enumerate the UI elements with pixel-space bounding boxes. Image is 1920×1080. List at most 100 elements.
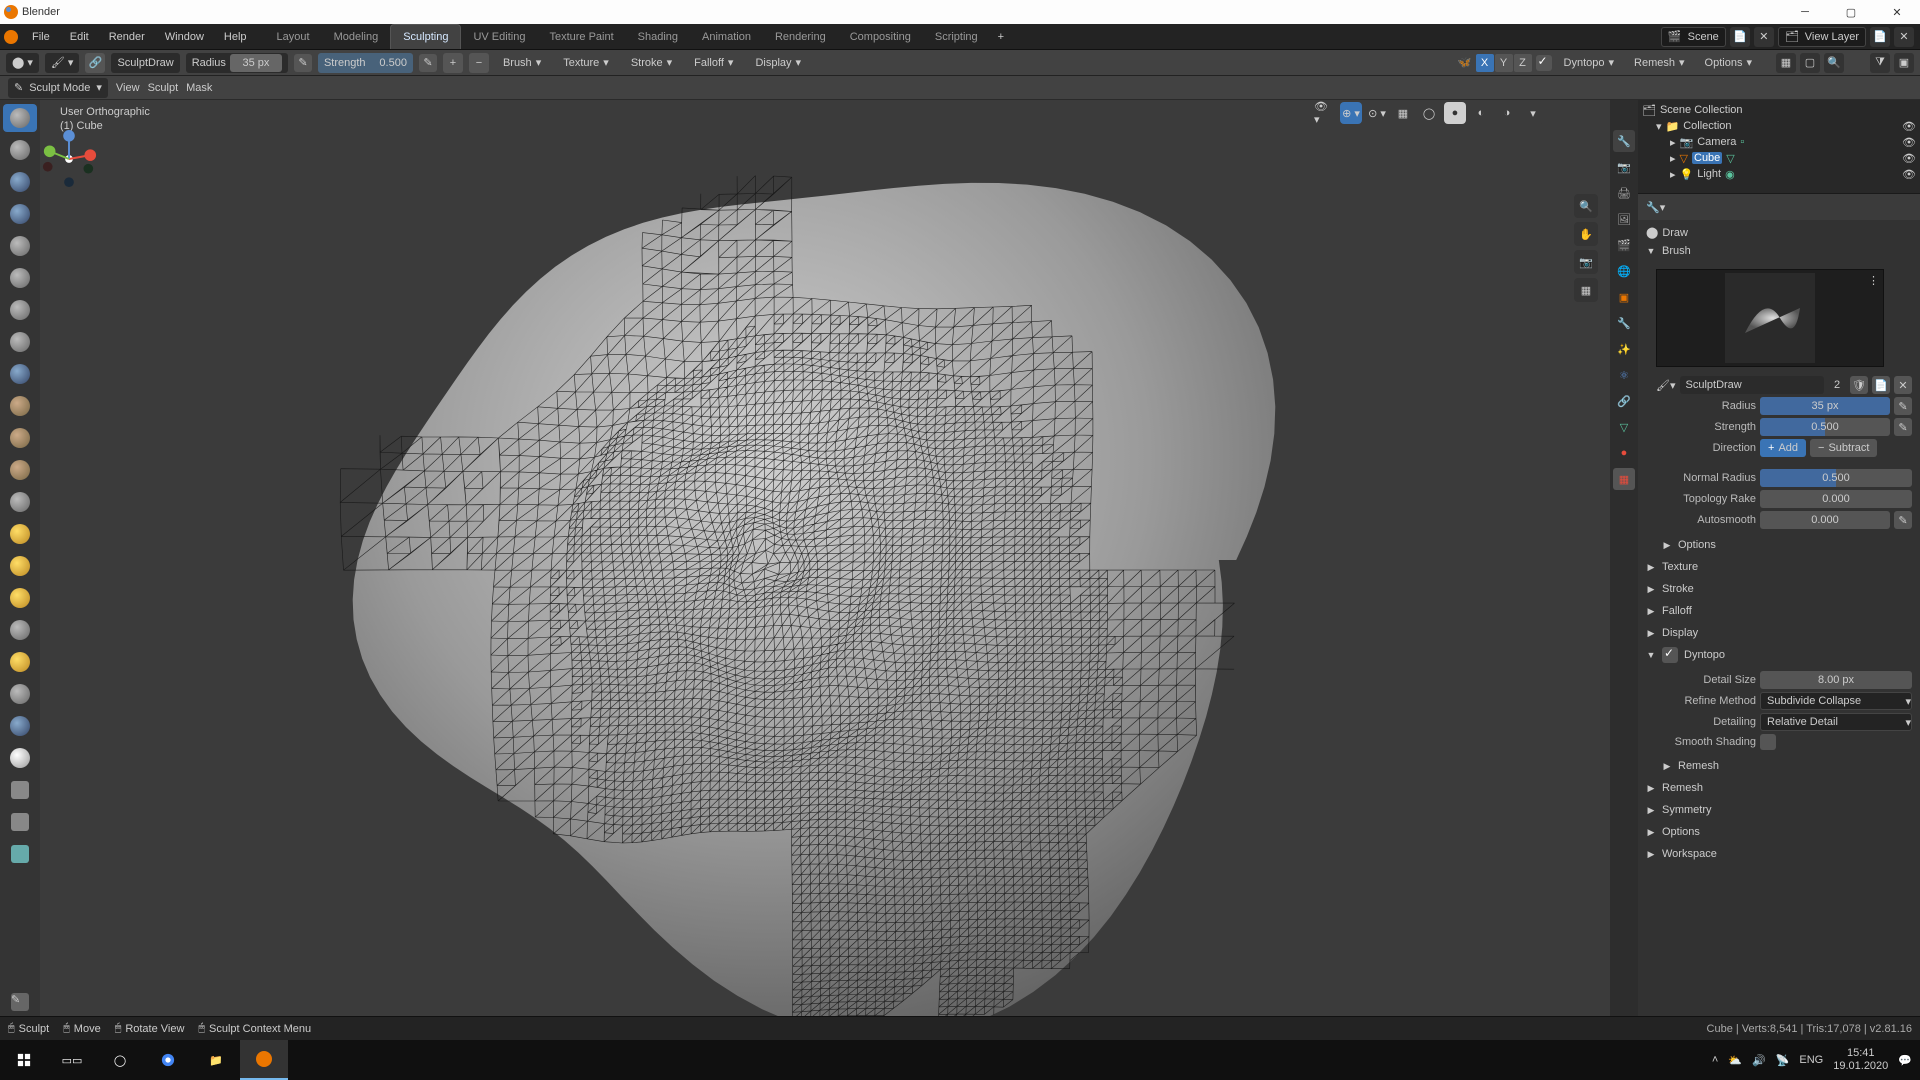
tray-volume-icon[interactable]: 🔊 xyxy=(1752,1054,1766,1067)
rtab-mesh[interactable]: ▽ xyxy=(1613,416,1635,438)
blender-taskbar-icon[interactable] xyxy=(240,1040,288,1080)
topology-rake-slider[interactable]: 0.000 xyxy=(1760,490,1912,508)
camera-vis-toggle[interactable]: 👁 xyxy=(1902,136,1916,149)
refine-method-dropdown[interactable]: Subdivide Collapse▾ xyxy=(1760,692,1912,710)
brush-fake-user[interactable]: 🛡 xyxy=(1850,376,1868,394)
tool-boxhide[interactable] xyxy=(3,808,37,836)
brush-picker[interactable]: ⬤ ▾ xyxy=(6,53,39,73)
brush-link-button[interactable]: 🔗 xyxy=(85,53,105,73)
strength-slider[interactable]: 0.500 xyxy=(1760,418,1890,436)
tool-crease[interactable] xyxy=(3,296,37,324)
menu-render[interactable]: Render xyxy=(99,24,155,49)
tab-animation[interactable]: Animation xyxy=(690,24,763,49)
scene-new-button[interactable]: 📄 xyxy=(1730,27,1750,47)
scene-selector[interactable]: 🎬 Scene xyxy=(1661,27,1726,47)
tray-lang[interactable]: ENG xyxy=(1799,1054,1823,1066)
tray-cloud-icon[interactable]: ⛅ xyxy=(1728,1054,1742,1067)
pan-button[interactable]: ✋ xyxy=(1574,222,1598,246)
search-button[interactable]: 🔍 xyxy=(1824,53,1844,73)
rtab-render[interactable]: 📷 xyxy=(1613,156,1635,178)
collection-vis-toggle[interactable]: 👁 xyxy=(1902,120,1916,133)
tab-rendering[interactable]: Rendering xyxy=(763,24,838,49)
menu-window[interactable]: Window xyxy=(155,24,214,49)
detailing-dropdown[interactable]: Relative Detail▾ xyxy=(1760,713,1912,731)
display-menu[interactable]: Display ▾ xyxy=(747,53,809,73)
zoom-button[interactable]: 🔍 xyxy=(1574,194,1598,218)
newcollection-button[interactable]: ▣ xyxy=(1894,53,1914,73)
radius-slider[interactable]: 35 px xyxy=(1760,397,1890,415)
camera-button[interactable]: 📷 xyxy=(1574,250,1598,274)
tab-layout[interactable]: Layout xyxy=(265,24,322,49)
maximize-button[interactable]: ▢ xyxy=(1828,0,1874,24)
menu-edit[interactable]: Edit xyxy=(60,24,99,49)
stroke-menu[interactable]: Stroke ▾ xyxy=(623,53,680,73)
dyntopo-dropdown[interactable]: Dyntopo ▾ xyxy=(1556,53,1623,73)
dyntopo-checkbox[interactable] xyxy=(1536,55,1552,71)
strength-pressure-toggle[interactable]: ✎ xyxy=(419,54,437,72)
radius-pressure[interactable]: ✎ xyxy=(1894,397,1912,415)
tab-sculpting[interactable]: Sculpting xyxy=(390,24,461,49)
radius-pressure-toggle[interactable]: ✎ xyxy=(294,54,312,72)
tab-modeling[interactable]: Modeling xyxy=(322,24,391,49)
tool-pinch[interactable] xyxy=(3,456,37,484)
tool-flatten[interactable] xyxy=(3,360,37,388)
section-options1[interactable]: Options xyxy=(1646,535,1912,555)
brush-menu[interactable]: Brush ▾ xyxy=(495,53,549,73)
tool-fill[interactable] xyxy=(3,392,37,420)
tool-elastic[interactable] xyxy=(3,520,37,548)
menu-help[interactable]: Help xyxy=(214,24,257,49)
menu-file[interactable]: File xyxy=(22,24,60,49)
brush-browse[interactable]: 🖌 ▾ xyxy=(45,53,80,73)
3d-viewport[interactable]: User Orthographic (1) Cube 👁 ▾ ⊕ ▾ ⊙ ▾ ▦… xyxy=(40,100,1610,1016)
tool-meshfilter[interactable] xyxy=(3,840,37,868)
tab-scripting[interactable]: Scripting xyxy=(923,24,990,49)
cube-vis-toggle[interactable]: 👁 xyxy=(1902,152,1916,165)
close-button[interactable]: ✕ xyxy=(1874,0,1920,24)
section-dyntopo[interactable]: Dyntopo xyxy=(1646,645,1912,665)
filter-button[interactable]: ⧩ xyxy=(1870,53,1890,73)
start-button[interactable] xyxy=(0,1040,48,1080)
tool-scrape[interactable] xyxy=(3,424,37,452)
radius-field[interactable]: Radius 35 px xyxy=(186,53,288,73)
mode-selector[interactable]: ✎ Sculpt Mode ▾ xyxy=(8,78,108,98)
scene-del-button[interactable]: ✕ xyxy=(1754,27,1774,47)
tool-annotate[interactable]: ✎ xyxy=(3,988,37,1016)
remesh-dropdown[interactable]: Remesh ▾ xyxy=(1626,53,1693,73)
shade-solid[interactable]: ● xyxy=(1444,102,1466,124)
header-view[interactable]: View xyxy=(116,82,140,94)
autosmooth-pressure[interactable]: ✎ xyxy=(1894,511,1912,529)
viewlayer-selector[interactable]: 🗂 View Layer xyxy=(1778,27,1866,47)
editor-type-icon[interactable]: 🔧▾ xyxy=(1646,201,1665,214)
xray-toggle[interactable]: ▦ xyxy=(1392,102,1414,124)
editor-type-button[interactable]: ▦ xyxy=(1776,53,1796,73)
tab-compositing[interactable]: Compositing xyxy=(838,24,923,49)
taskbar-circle-icon[interactable]: ◯ xyxy=(96,1040,144,1080)
gizmo-toggle[interactable]: ⊕ ▾ xyxy=(1340,102,1362,124)
section-options2[interactable]: Options xyxy=(1646,822,1912,842)
normal-radius-slider[interactable]: 0.500 xyxy=(1760,469,1912,487)
chrome-icon[interactable] xyxy=(144,1040,192,1080)
outliner-root[interactable]: Scene Collection xyxy=(1660,104,1743,116)
tab-add[interactable]: + xyxy=(990,24,1012,49)
tool-snakehook[interactable] xyxy=(3,552,37,580)
section-remesh[interactable]: Remesh xyxy=(1646,778,1912,798)
tool-claystrips[interactable] xyxy=(3,168,37,196)
rtab-material[interactable]: ● xyxy=(1613,442,1635,464)
tab-shading[interactable]: Shading xyxy=(626,24,690,49)
tray-wifi-icon[interactable]: 📡 xyxy=(1776,1054,1790,1067)
taskbar-clock[interactable]: 15:41 19.01.2020 xyxy=(1833,1047,1888,1073)
rtab-world[interactable]: 🌐 xyxy=(1613,260,1635,282)
section-stroke[interactable]: Stroke xyxy=(1646,579,1912,599)
section-workspace[interactable]: Workspace xyxy=(1646,844,1912,864)
tray-chevron-icon[interactable]: ˄ xyxy=(1712,1054,1718,1066)
autosmooth-slider[interactable]: 0.000 xyxy=(1760,511,1890,529)
shade-wire[interactable]: ◯ xyxy=(1418,102,1440,124)
light-vis-toggle[interactable]: 👁 xyxy=(1902,168,1916,181)
viewlayer-new-button[interactable]: 📄 xyxy=(1870,27,1890,47)
brush-new[interactable]: 📄 xyxy=(1872,376,1890,394)
direction-subtract[interactable]: − Subtract xyxy=(1810,439,1877,457)
shading-wire-button[interactable]: ▢ xyxy=(1800,53,1820,73)
tool-grab[interactable] xyxy=(3,488,37,516)
nav-gizmo[interactable] xyxy=(40,130,98,188)
tool-thumb[interactable] xyxy=(3,584,37,612)
